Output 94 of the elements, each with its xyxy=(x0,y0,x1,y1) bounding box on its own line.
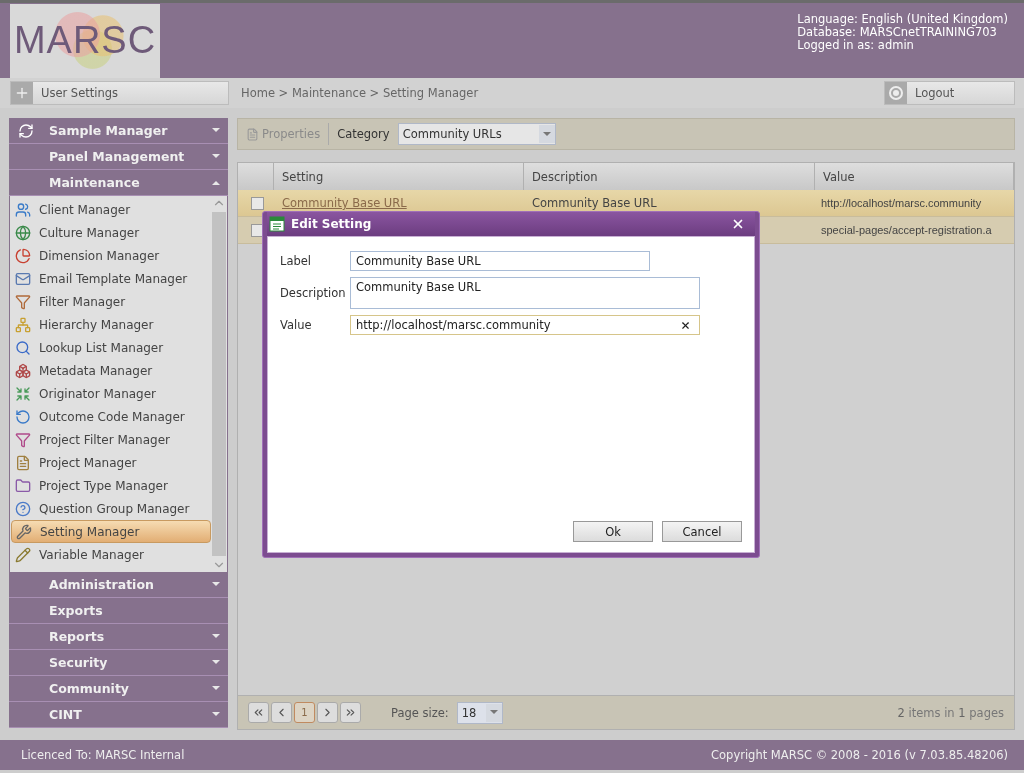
previous-page-button[interactable] xyxy=(271,702,292,723)
dialog-title: Edit Setting xyxy=(291,217,373,231)
question-icon xyxy=(15,500,31,517)
caret-down-icon xyxy=(489,710,498,715)
field-label: Description xyxy=(280,285,346,300)
sidebar-section[interactable]: CINT xyxy=(9,702,228,728)
search-icon xyxy=(15,339,31,356)
plus-icon xyxy=(14,85,30,101)
mail-icon xyxy=(15,270,31,287)
users-icon xyxy=(15,201,31,218)
session-info: Language: English (United Kingdom) xyxy=(797,13,1008,26)
caret-down-icon xyxy=(212,582,220,587)
funnel-icon xyxy=(15,293,31,310)
document-icon xyxy=(15,454,31,471)
sidebar-item[interactable]: Lookup List Manager xyxy=(11,336,211,359)
sidebar-item[interactable]: Question Group Manager xyxy=(11,497,211,520)
column-header[interactable]: Setting xyxy=(274,163,524,190)
row-checkbox[interactable] xyxy=(251,196,264,210)
sidebar-section[interactable]: Maintenance xyxy=(9,170,228,196)
caret-up-icon xyxy=(212,180,220,185)
table-cell: Community Base URL xyxy=(532,196,657,210)
caret-down-icon xyxy=(542,131,551,137)
sidebar-item[interactable]: Outcome Code Manager xyxy=(11,405,211,428)
category-dropdown[interactable]: Community URLs xyxy=(397,123,556,145)
input-field[interactable]: Community Base URL xyxy=(350,251,650,271)
arrows-icon xyxy=(15,385,31,402)
last-page-icon xyxy=(344,706,357,719)
sidebar-section[interactable]: Administration xyxy=(9,572,228,598)
sidebar-item[interactable]: Email Template Manager xyxy=(11,267,211,290)
category-label: Category xyxy=(337,127,390,141)
page-button[interactable]: 1 xyxy=(294,702,315,723)
boxes-icon xyxy=(15,362,31,379)
caret-down-icon xyxy=(212,154,220,159)
sidebar-item[interactable]: Hierarchy Manager xyxy=(11,313,211,336)
dialog-button[interactable]: Cancel xyxy=(662,521,742,542)
session-info: Logged in as: admin xyxy=(797,39,915,52)
caret-down-icon xyxy=(212,686,220,691)
hierarchy-icon xyxy=(15,316,31,333)
sidebar-item[interactable]: Originator Manager xyxy=(11,382,211,405)
field-label: Value xyxy=(280,317,313,332)
page-size-dropdown[interactable]: 18 xyxy=(456,701,503,724)
logout-button[interactable]: Logout xyxy=(884,81,1015,105)
text-area[interactable]: Community Base URL xyxy=(350,277,700,309)
sidebar-section[interactable]: Exports xyxy=(9,598,228,624)
dialog-button[interactable]: Ok xyxy=(573,521,653,542)
sidebar-section[interactable]: Community xyxy=(9,676,228,702)
page-size-label: Page size: xyxy=(391,705,449,720)
sidebar-item[interactable]: Filter Manager xyxy=(11,290,211,313)
sidebar-item[interactable]: Variable Manager xyxy=(11,543,211,566)
sidebar-section[interactable]: Reports xyxy=(9,624,228,650)
sidebar-item[interactable]: Setting Manager xyxy=(11,520,211,543)
first-page-icon xyxy=(252,706,265,719)
sidebar-section[interactable]: Panel Management xyxy=(9,144,228,170)
first-page-button[interactable] xyxy=(248,702,269,723)
sidebar-item[interactable]: Project Type Manager xyxy=(11,474,211,497)
clear-icon[interactable] xyxy=(680,319,691,331)
caret-down-icon xyxy=(212,128,220,133)
table-cell: special-pages/accept-registration.a xyxy=(821,224,992,236)
column-header[interactable]: Value xyxy=(815,163,1014,190)
breadcrumb: Home > Maintenance > Setting Manager xyxy=(241,86,480,100)
input-field[interactable]: http://localhost/marsc.community xyxy=(350,315,700,335)
user-settings-button[interactable]: User Settings xyxy=(10,81,229,105)
sidebar-item[interactable]: Metadata Manager xyxy=(11,359,211,382)
sidebar-section[interactable]: Sample Manager xyxy=(9,118,228,144)
field-label: Label xyxy=(280,253,313,268)
funnel-icon xyxy=(15,431,31,448)
caret-down-icon xyxy=(212,634,220,639)
document-icon xyxy=(246,127,259,141)
last-page-button[interactable] xyxy=(340,702,361,723)
sidebar-section[interactable]: Security xyxy=(9,650,228,676)
pencil-icon xyxy=(15,546,31,563)
power-circle-icon xyxy=(889,86,903,100)
sidebar-item[interactable]: Project Filter Manager xyxy=(11,428,211,451)
close-icon xyxy=(731,217,745,231)
table-cell: http://localhost/marsc.community xyxy=(821,197,982,209)
column-header[interactable]: Description xyxy=(524,163,815,190)
window-icon xyxy=(269,216,285,232)
copyright-text: Copyright MARSC © 2008 - 2016 (v 7.03.85.48206) xyxy=(711,748,1008,762)
globe-icon xyxy=(15,224,31,241)
sidebar-item[interactable]: Culture Manager xyxy=(11,221,211,244)
items-summary: 2 items in 1 pages xyxy=(897,705,1004,720)
pie-chart-icon xyxy=(15,247,31,264)
sidebar-item[interactable]: Client Manager xyxy=(11,198,211,221)
wrench-icon xyxy=(16,523,32,540)
session-info: Database: MARSCnetTRAINING703 xyxy=(797,26,997,39)
sidebar-item[interactable]: Dimension Manager xyxy=(11,244,211,267)
caret-down-icon xyxy=(212,712,220,717)
folder-icon xyxy=(15,477,31,494)
sidebar-item[interactable]: Project Manager xyxy=(11,451,211,474)
caret-down-icon xyxy=(212,660,220,665)
next-page-button[interactable] xyxy=(317,702,338,723)
licence-text: Licenced To: MARSC Internal xyxy=(21,748,185,762)
circular-arrow-icon xyxy=(15,408,31,425)
refresh-icon xyxy=(18,122,34,139)
